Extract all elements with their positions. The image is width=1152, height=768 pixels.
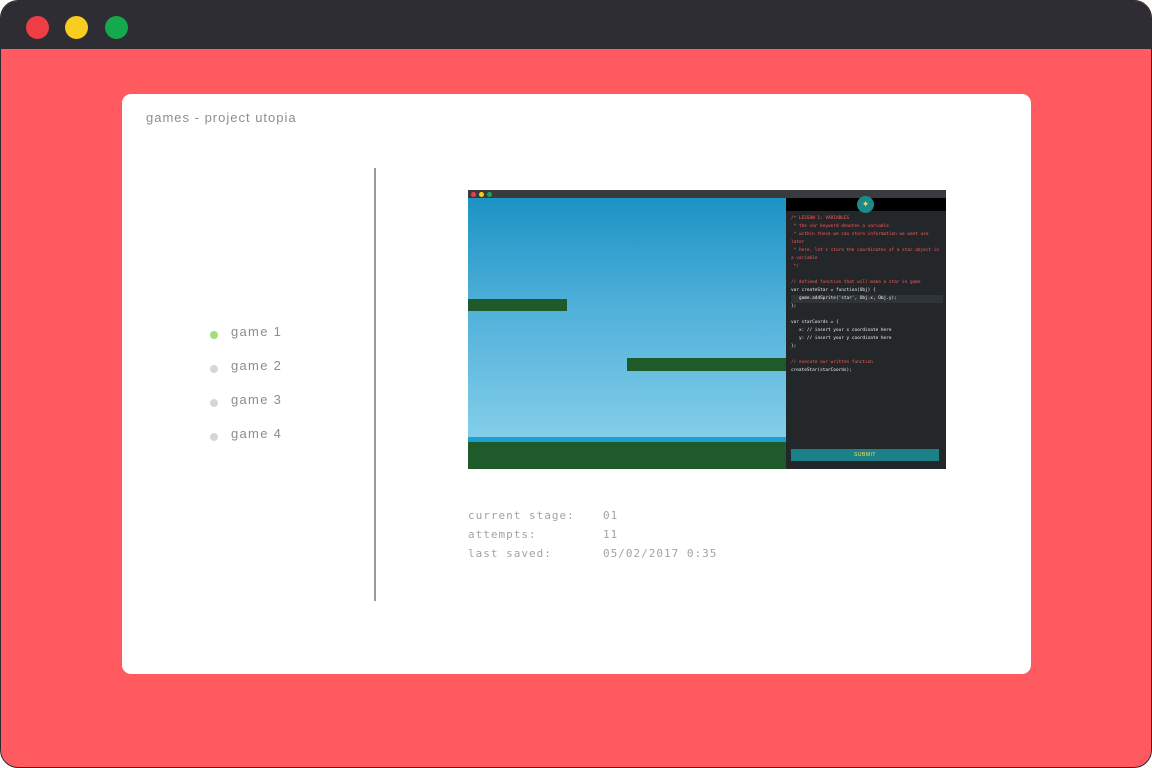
code-line: * here, let's store the coordinates of a… xyxy=(791,248,942,261)
code-line: game.addSprite('star', Obj.x, Obj.y); xyxy=(791,295,943,303)
content-card: games - project utopia game 1 game 2 gam… xyxy=(122,94,1031,674)
code-line: * within these we can store information … xyxy=(791,232,932,245)
minimize-window-button[interactable] xyxy=(65,16,88,39)
game-canvas xyxy=(468,198,786,469)
code-line: */ xyxy=(791,264,799,269)
code-editor: ✦ /* LESSON 1: VARIABLES * the var keywo… xyxy=(786,196,946,469)
stat-value: 11 xyxy=(603,528,619,541)
platform xyxy=(627,358,786,371)
close-window-button[interactable] xyxy=(26,16,49,39)
logo-icon: ✦ xyxy=(857,196,874,213)
close-dot-icon xyxy=(471,192,476,197)
maximize-window-button[interactable] xyxy=(105,16,128,39)
platform xyxy=(468,299,567,311)
code-line: }; xyxy=(791,304,797,309)
nav-item-label: game 1 xyxy=(231,324,283,339)
code-line: // execute our written function xyxy=(791,360,873,365)
code-line: // defined function that will make a sta… xyxy=(791,280,921,285)
code-line: * the var keyword denotes a variable xyxy=(791,224,889,229)
stat-value: 01 xyxy=(603,509,619,522)
bullet-icon xyxy=(210,365,218,373)
code-line: x: // insert your x coordinate here xyxy=(791,328,892,333)
code-line: }; xyxy=(791,344,797,349)
minimize-dot-icon xyxy=(479,192,484,197)
preview-title-bar xyxy=(468,190,946,198)
code-line: createStar(starCoords); xyxy=(791,368,852,373)
browser-window: games - project utopia game 1 game 2 gam… xyxy=(0,0,1152,768)
code-line: /* LESSON 1: VARIABLES xyxy=(791,216,850,221)
page-title: games - project utopia xyxy=(146,110,297,125)
code-line: var createStar = function(Obj) { xyxy=(791,288,876,293)
stat-label: last saved: xyxy=(468,547,552,560)
editor-header: ✦ xyxy=(786,196,946,213)
submit-button[interactable]: SUBMIT xyxy=(791,449,939,461)
nav-item-label: game 2 xyxy=(231,358,283,373)
code-line: y: // insert your y coordinate here xyxy=(791,336,892,341)
maximize-dot-icon xyxy=(487,192,492,197)
bullet-icon xyxy=(210,433,218,441)
code-text[interactable]: /* LESSON 1: VARIABLES * the var keyword… xyxy=(791,215,943,375)
stat-value: 05/02/2017 0:35 xyxy=(603,547,718,560)
game-preview[interactable]: ✦ /* LESSON 1: VARIABLES * the var keywo… xyxy=(468,190,946,469)
code-line: var starCoords = { xyxy=(791,320,839,325)
nav-item-label: game 4 xyxy=(231,426,283,441)
title-bar xyxy=(1,1,1151,49)
nav-item-label: game 3 xyxy=(231,392,283,407)
ground xyxy=(468,442,786,469)
stat-label: current stage: xyxy=(468,509,575,522)
bullet-icon xyxy=(210,399,218,407)
stat-label: attempts: xyxy=(468,528,537,541)
active-bullet-icon xyxy=(210,331,218,339)
vertical-divider xyxy=(374,168,376,601)
